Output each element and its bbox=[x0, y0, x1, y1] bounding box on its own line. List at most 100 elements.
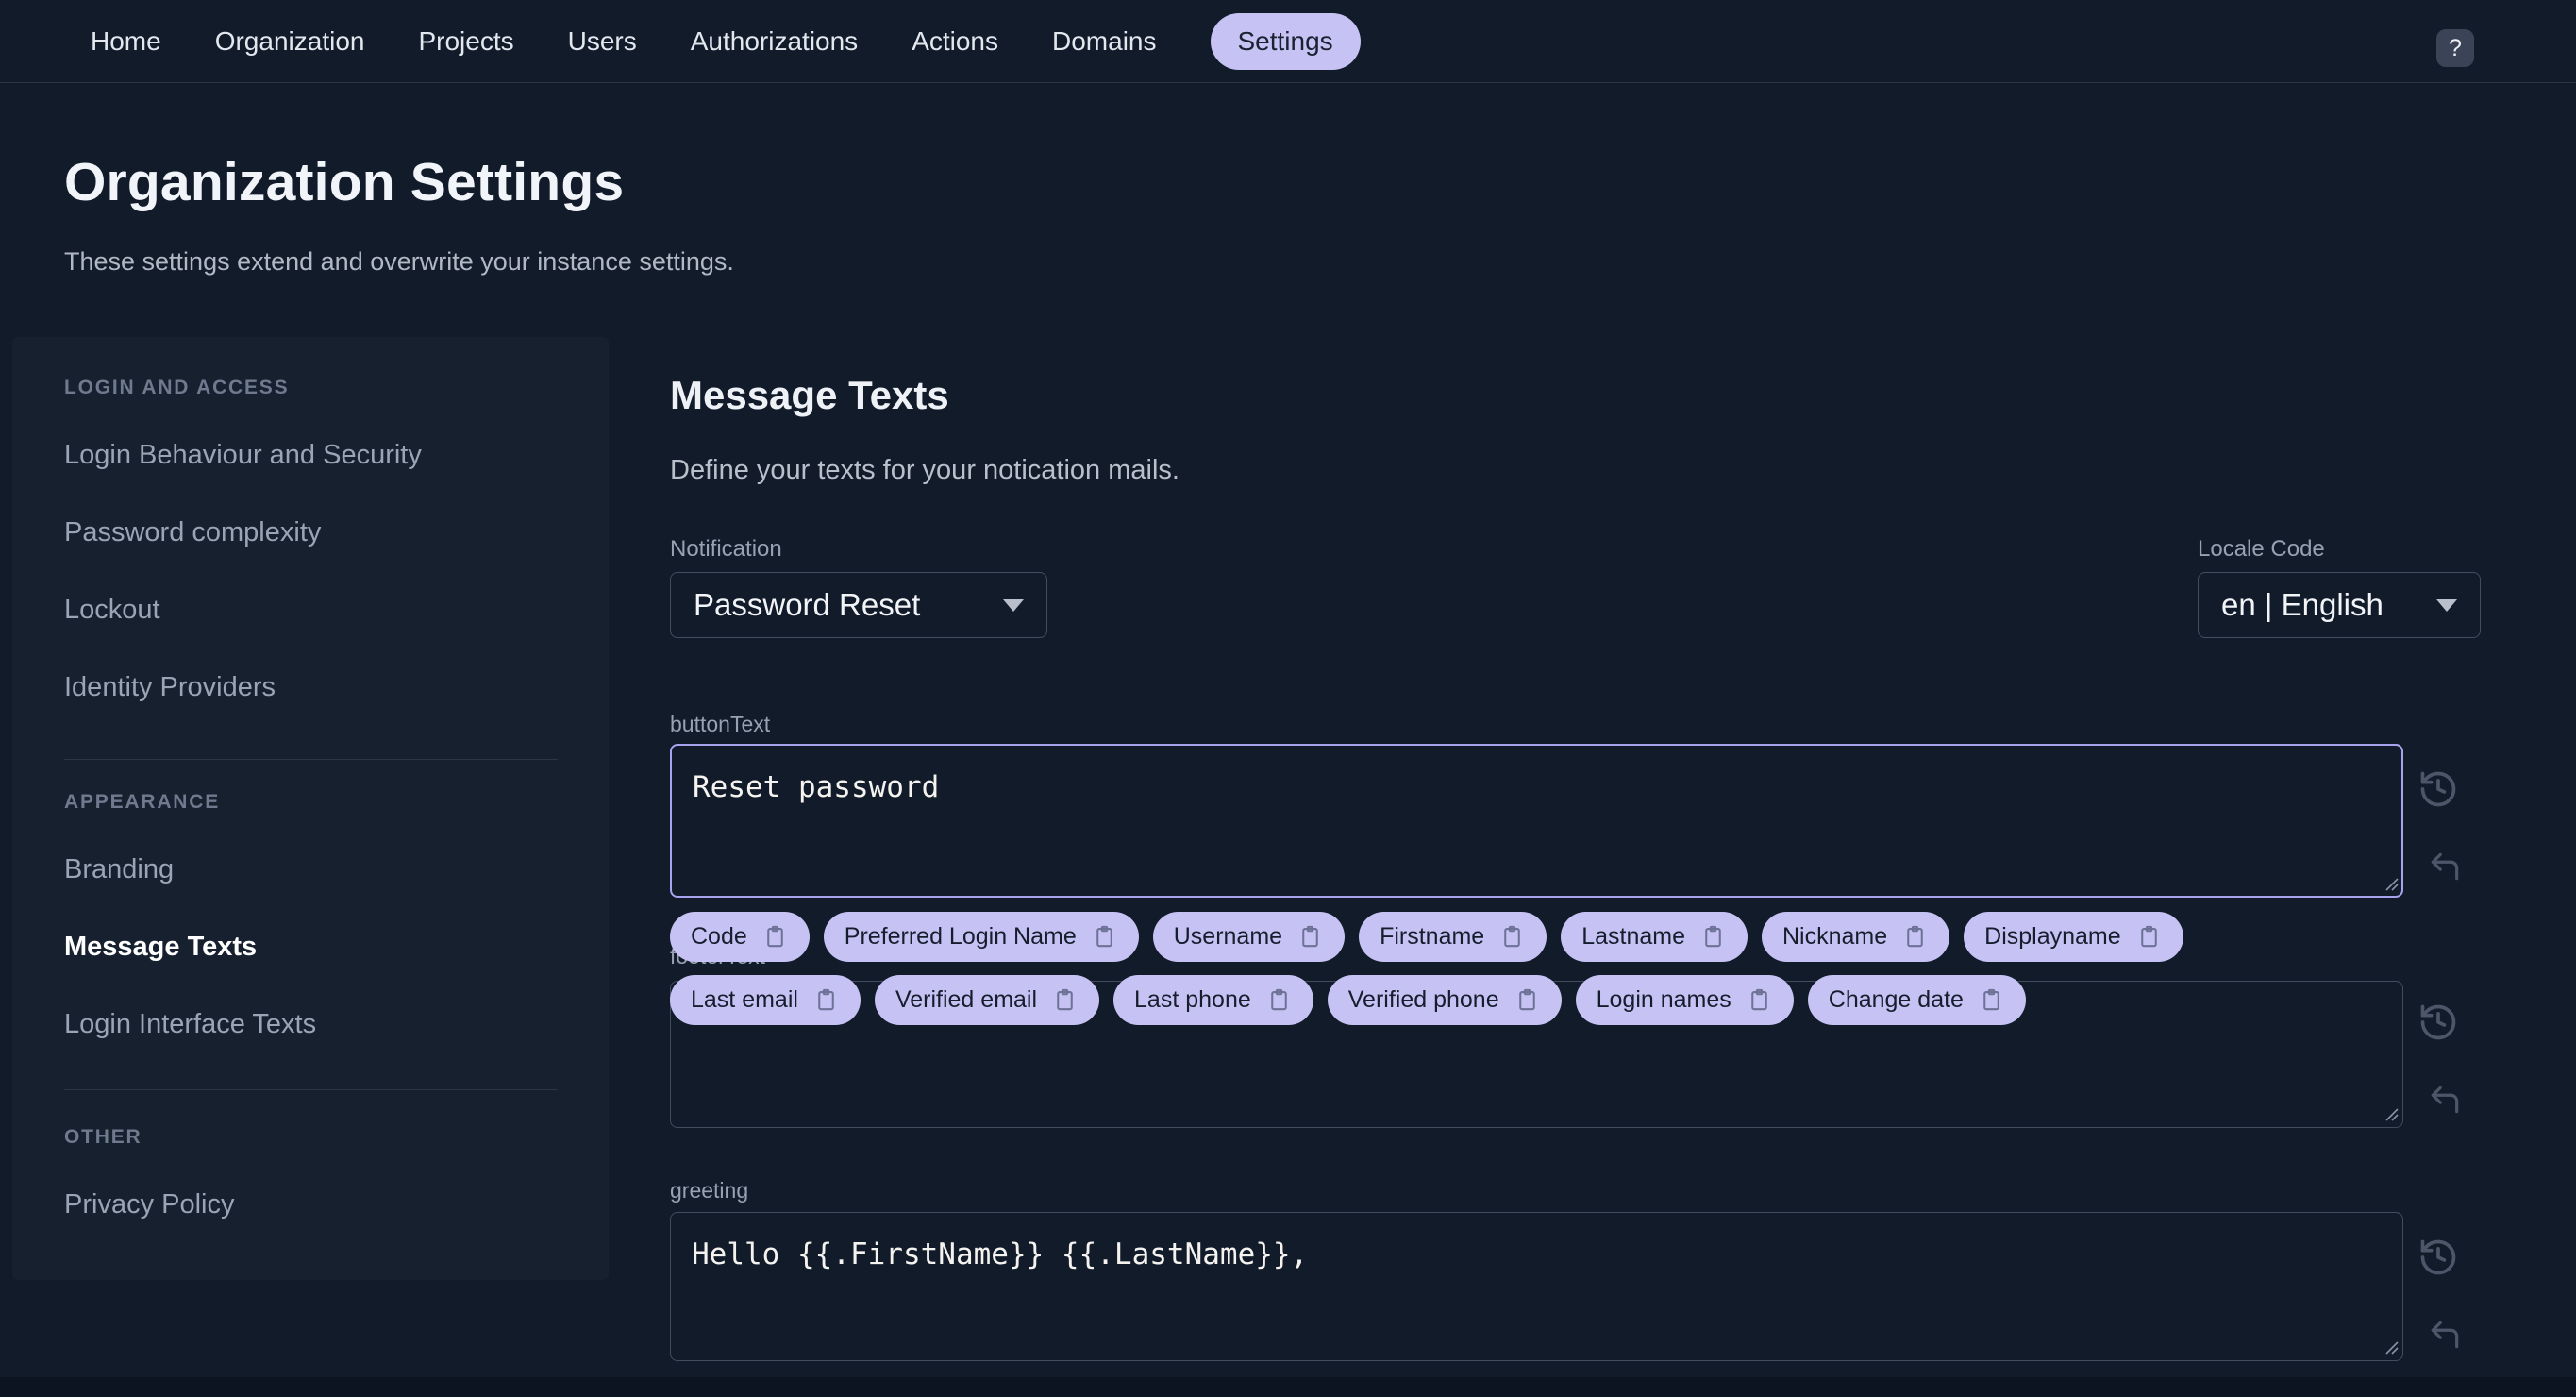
clipboard-icon bbox=[1096, 925, 1112, 948]
undo-icon[interactable] bbox=[2422, 844, 2467, 889]
nav-item[interactable]: Domains bbox=[1052, 25, 1157, 56]
variable-chip-label: Firstname bbox=[1380, 923, 1485, 950]
nav-item[interactable]: Home bbox=[91, 25, 161, 56]
sidebar-item[interactable]: Login Behaviour and Security bbox=[64, 416, 558, 494]
variable-chip[interactable]: Displayname bbox=[1964, 912, 2183, 962]
locale-select-value: en | English bbox=[2221, 587, 2384, 622]
sidebar-list-appearance: Branding Message Texts Login Interface T… bbox=[64, 831, 558, 1063]
nav-item-label: Organization bbox=[214, 25, 365, 56]
variable-chip[interactable]: Nickname bbox=[1762, 912, 1950, 962]
undo-icon[interactable] bbox=[2422, 1077, 2467, 1122]
variable-chip[interactable]: Username bbox=[1152, 912, 1346, 962]
variable-chip-label: Change date bbox=[1828, 986, 1964, 1013]
nav-item-label: Settings bbox=[1237, 25, 1333, 56]
sidebar-section-header-other: OTHER bbox=[64, 1126, 142, 1148]
clipboard-icon bbox=[818, 988, 834, 1011]
nav-item[interactable]: Actions bbox=[912, 25, 999, 56]
sidebar-item-label: Privacy Policy bbox=[64, 1188, 235, 1220]
sidebar-divider bbox=[64, 1089, 558, 1090]
button-text-label: buttonText bbox=[670, 712, 771, 736]
sidebar-list-login-and-access: Login Behaviour and Security Password co… bbox=[64, 416, 558, 726]
nav-item[interactable]: Projects bbox=[418, 25, 514, 56]
page-bottom-strip bbox=[0, 1377, 2576, 1397]
variable-chip-label: Verified email bbox=[895, 986, 1038, 1013]
sidebar-item-label: Branding bbox=[64, 853, 175, 884]
sidebar-item[interactable]: Identity Providers bbox=[64, 648, 558, 726]
clipboard-icon bbox=[1504, 925, 1520, 948]
locale-select[interactable]: en | English bbox=[2198, 572, 2481, 638]
sidebar-divider bbox=[64, 759, 558, 760]
variable-chip-label: Verified phone bbox=[1347, 986, 1499, 1013]
sidebar-item-label: Login Interface Texts bbox=[64, 1008, 317, 1039]
clipboard-icon bbox=[1302, 925, 1318, 948]
page-title: Organization Settings bbox=[64, 152, 625, 212]
clipboard-icon bbox=[1750, 988, 1767, 1011]
sidebar-item[interactable]: Login Interface Texts bbox=[64, 985, 558, 1063]
variable-chip[interactable]: Last phone bbox=[1113, 975, 1313, 1025]
nav-item[interactable]: Authorizations bbox=[690, 25, 859, 56]
clipboard-icon bbox=[1907, 925, 1923, 948]
nav-item-label: Users bbox=[567, 25, 637, 56]
variable-chip[interactable]: Login names bbox=[1575, 975, 1794, 1025]
variable-chip-label: Displayname bbox=[1984, 923, 2121, 950]
variable-chip[interactable]: Change date bbox=[1807, 975, 2026, 1025]
sidebar-item-label: Lockout bbox=[64, 594, 160, 625]
top-nav: Home Organization Projects Users Authori… bbox=[0, 0, 2576, 83]
sidebar-section-header-appearance: APPEARANCE bbox=[64, 791, 221, 813]
button-text-textarea[interactable]: Reset password bbox=[670, 744, 2403, 898]
help-button[interactable]: ? bbox=[2436, 29, 2474, 67]
page-subtitle: These settings extend and overwrite your… bbox=[64, 247, 734, 276]
history-icon[interactable] bbox=[2416, 1000, 2461, 1045]
variable-chip[interactable]: Firstname bbox=[1359, 912, 1547, 962]
undo-icon[interactable] bbox=[2422, 1312, 2467, 1357]
variable-chips: Code Preferred Login Name Username First… bbox=[670, 912, 2335, 1025]
settings-sidebar: LOGIN AND ACCESS Login Behaviour and Sec… bbox=[12, 337, 609, 1280]
nav-item-label: Home bbox=[91, 25, 161, 56]
variable-chip-label: Nickname bbox=[1782, 923, 1888, 950]
organization-settings-screen: Home Organization Projects Users Authori… bbox=[0, 0, 2576, 1397]
variable-chip[interactable]: Lastname bbox=[1561, 912, 1748, 962]
greeting-textarea[interactable]: Hello {{.FirstName}} {{.LastName}}, bbox=[670, 1212, 2403, 1361]
sidebar-item[interactable]: Lockout bbox=[64, 571, 558, 648]
nav-item-label: Actions bbox=[912, 25, 999, 56]
sidebar-item[interactable]: Password complexity bbox=[64, 494, 558, 571]
sidebar-item[interactable]: Branding bbox=[64, 831, 558, 908]
history-icon[interactable] bbox=[2416, 766, 2461, 812]
notification-select-value: Password Reset bbox=[694, 587, 921, 622]
sidebar-item[interactable]: Message Texts bbox=[64, 908, 558, 985]
nav-item[interactable]: Settings bbox=[1210, 12, 1361, 70]
nav-item[interactable]: Organization bbox=[214, 25, 365, 56]
variable-chip-label: Last phone bbox=[1134, 986, 1251, 1013]
variable-chip-label: Code bbox=[691, 923, 747, 950]
greeting-label: greeting bbox=[670, 1178, 749, 1203]
variable-chip[interactable]: Last email bbox=[670, 975, 861, 1025]
sidebar-list-other: Privacy Policy bbox=[64, 1166, 558, 1243]
chevron-down-icon bbox=[2436, 598, 2457, 612]
clipboard-icon bbox=[1983, 988, 1999, 1011]
clipboard-icon bbox=[766, 925, 783, 948]
nav-item-label: Domains bbox=[1052, 25, 1157, 56]
clipboard-icon bbox=[1705, 925, 1721, 948]
notification-label: Notification bbox=[670, 536, 782, 562]
variable-chip-label: Login names bbox=[1596, 986, 1731, 1013]
chevron-down-icon bbox=[1003, 598, 1024, 612]
locale-code-label: Locale Code bbox=[2198, 536, 2325, 562]
variable-chip[interactable]: Verified email bbox=[874, 975, 1100, 1025]
variable-chip[interactable]: Verified phone bbox=[1327, 975, 1562, 1025]
clipboard-icon bbox=[1518, 988, 1535, 1011]
sidebar-item-label: Login Behaviour and Security bbox=[64, 439, 422, 470]
variable-chip-label: Username bbox=[1173, 923, 1283, 950]
history-icon[interactable] bbox=[2416, 1235, 2461, 1280]
nav-item-label: Authorizations bbox=[690, 25, 859, 56]
variable-chip-label: Last email bbox=[691, 986, 798, 1013]
sidebar-item-label: Password complexity bbox=[64, 516, 322, 547]
sidebar-section-header-login-and-access: LOGIN AND ACCESS bbox=[64, 377, 290, 398]
nav-item[interactable]: Users bbox=[567, 25, 637, 56]
sidebar-item[interactable]: Privacy Policy bbox=[64, 1166, 558, 1243]
sidebar-item-label: Identity Providers bbox=[64, 671, 276, 702]
notification-select[interactable]: Password Reset bbox=[670, 572, 1047, 638]
variable-chip[interactable]: Preferred Login Name bbox=[823, 912, 1139, 962]
nav-item-label: Projects bbox=[418, 25, 514, 56]
variable-chip[interactable]: Code bbox=[670, 912, 810, 962]
main-nav: Home Organization Projects Users Authori… bbox=[91, 12, 1361, 70]
